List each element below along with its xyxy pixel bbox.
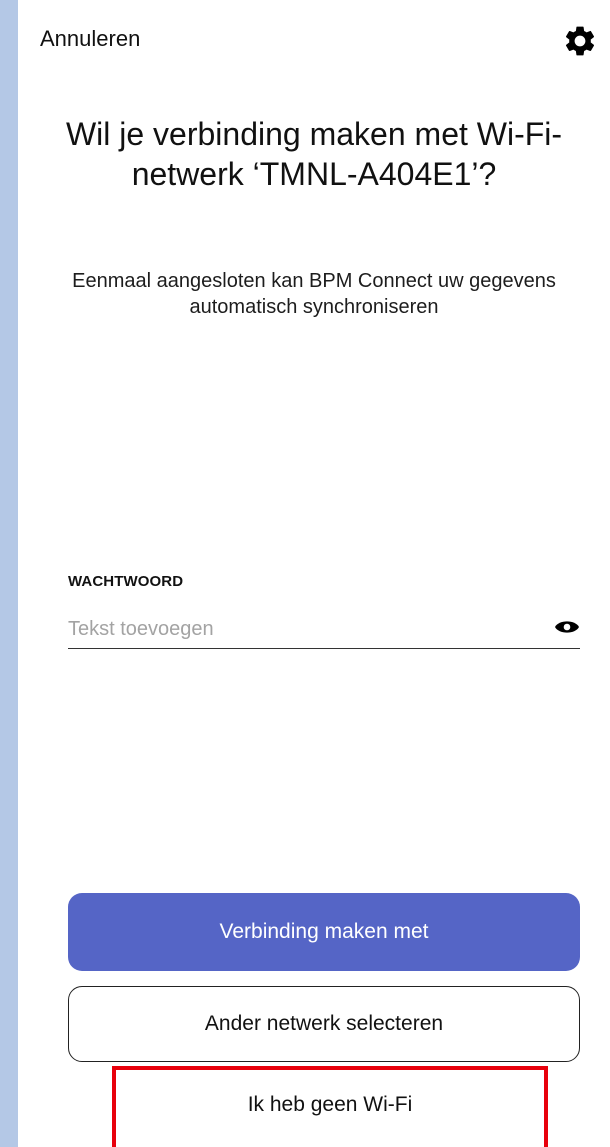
password-input[interactable]: [68, 614, 528, 644]
eye-icon[interactable]: [554, 618, 580, 636]
cancel-button[interactable]: Annuleren: [40, 26, 140, 52]
password-field: [68, 612, 580, 649]
page-title: Wil je verbinding maken met Wi-Fi-netwer…: [65, 116, 563, 192]
gear-icon[interactable]: [562, 23, 598, 59]
connect-button[interactable]: Verbinding maken met: [68, 893, 580, 971]
no-wifi-button[interactable]: Ik heb geen Wi-Fi: [112, 1066, 548, 1147]
wifi-setup-screen: Annuleren Wil je verbinding maken met Wi…: [18, 0, 610, 1147]
select-other-network-button[interactable]: Ander netwerk selecteren: [68, 986, 580, 1062]
password-label: WACHTWOORD: [68, 573, 184, 590]
page-subtitle: Eenmaal aangesloten kan BPM Connect uw g…: [72, 270, 556, 318]
